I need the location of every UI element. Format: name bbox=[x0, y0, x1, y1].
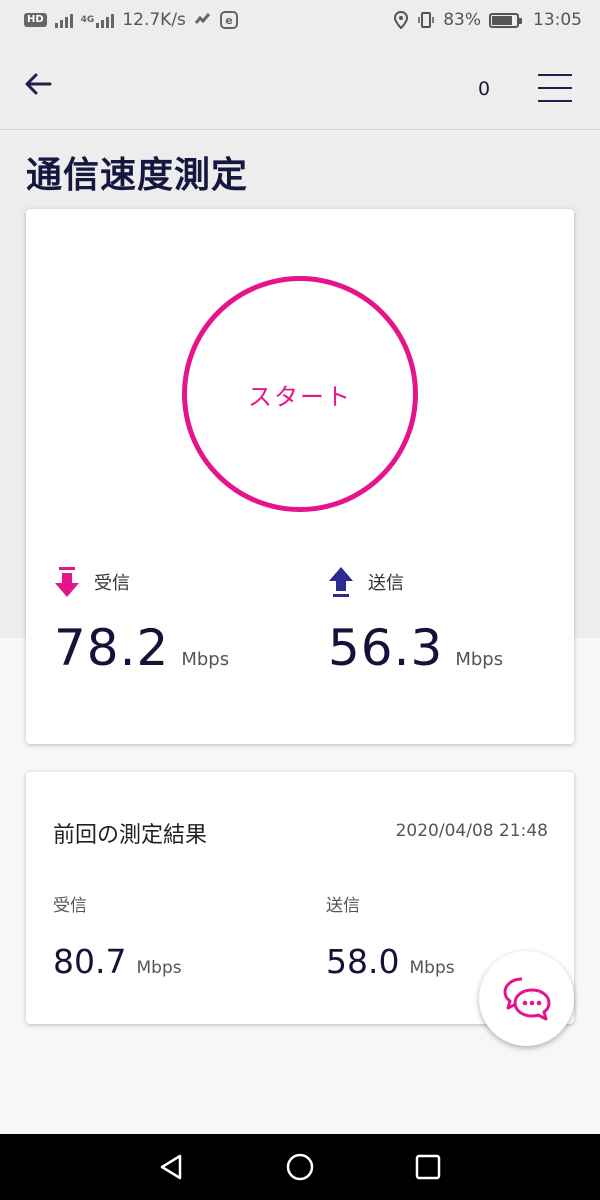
previous-download-value: 80.7 bbox=[53, 942, 127, 981]
upload-metric: 送信 56.3 Mbps bbox=[328, 565, 503, 677]
download-value: 78.2 bbox=[54, 619, 170, 677]
previous-upload-label: 送信 bbox=[326, 896, 360, 916]
download-label: 受信 bbox=[94, 573, 130, 594]
recents-square-icon[interactable] bbox=[413, 1152, 443, 1182]
previous-upload-unit: Mbps bbox=[409, 958, 455, 978]
chat-bubbles-icon bbox=[503, 977, 550, 1020]
app-bar: 0 bbox=[0, 40, 600, 130]
previous-result-datetime: 2020/04/08 21:48 bbox=[395, 821, 548, 841]
hd-icon: HD bbox=[24, 13, 47, 27]
upload-arrow-icon bbox=[329, 567, 353, 597]
previous-download: 80.7 Mbps bbox=[53, 942, 182, 981]
previous-upload: 58.0 Mbps bbox=[326, 942, 455, 981]
battery-percent: 83% bbox=[443, 10, 481, 30]
previous-result-title: 前回の測定結果 bbox=[53, 823, 208, 848]
download-unit: Mbps bbox=[181, 649, 230, 670]
upload-value: 56.3 bbox=[328, 619, 444, 677]
start-button[interactable]: スタート bbox=[182, 276, 418, 512]
e-app-icon: e bbox=[219, 11, 238, 29]
notification-count[interactable]: 0 bbox=[478, 78, 490, 100]
signal-4g-icon: 4G bbox=[81, 12, 115, 28]
previous-upload-value: 58.0 bbox=[326, 942, 400, 981]
upload-unit: Mbps bbox=[455, 649, 504, 670]
stock-app-icon bbox=[194, 13, 211, 24]
network-speed: 12.7K/s bbox=[122, 10, 186, 30]
system-nav-bar bbox=[0, 1134, 600, 1200]
previous-download-unit: Mbps bbox=[136, 958, 182, 978]
clock: 13:05 bbox=[533, 10, 582, 30]
location-icon bbox=[394, 11, 409, 29]
back-triangle-icon[interactable] bbox=[156, 1152, 186, 1182]
chat-button[interactable] bbox=[479, 951, 574, 1046]
speed-test-card: スタート 受信 78.2 Mbps 送信 56.3 Mbps bbox=[26, 209, 574, 744]
page-title: 通信速度測定 bbox=[26, 155, 249, 196]
signal-icon bbox=[54, 12, 73, 28]
hamburger-menu-icon[interactable] bbox=[538, 74, 574, 106]
arrow-left-icon[interactable] bbox=[20, 66, 56, 102]
previous-download-label: 受信 bbox=[53, 896, 87, 916]
download-arrow-icon bbox=[55, 567, 79, 597]
upload-label: 送信 bbox=[368, 573, 404, 594]
download-metric: 受信 78.2 Mbps bbox=[54, 565, 229, 677]
status-bar: HD 4G 12.7K/s e 83% 13:05 bbox=[0, 0, 600, 40]
battery-icon bbox=[489, 12, 522, 28]
home-circle-icon[interactable] bbox=[285, 1152, 315, 1182]
vibrate-icon bbox=[418, 12, 434, 28]
